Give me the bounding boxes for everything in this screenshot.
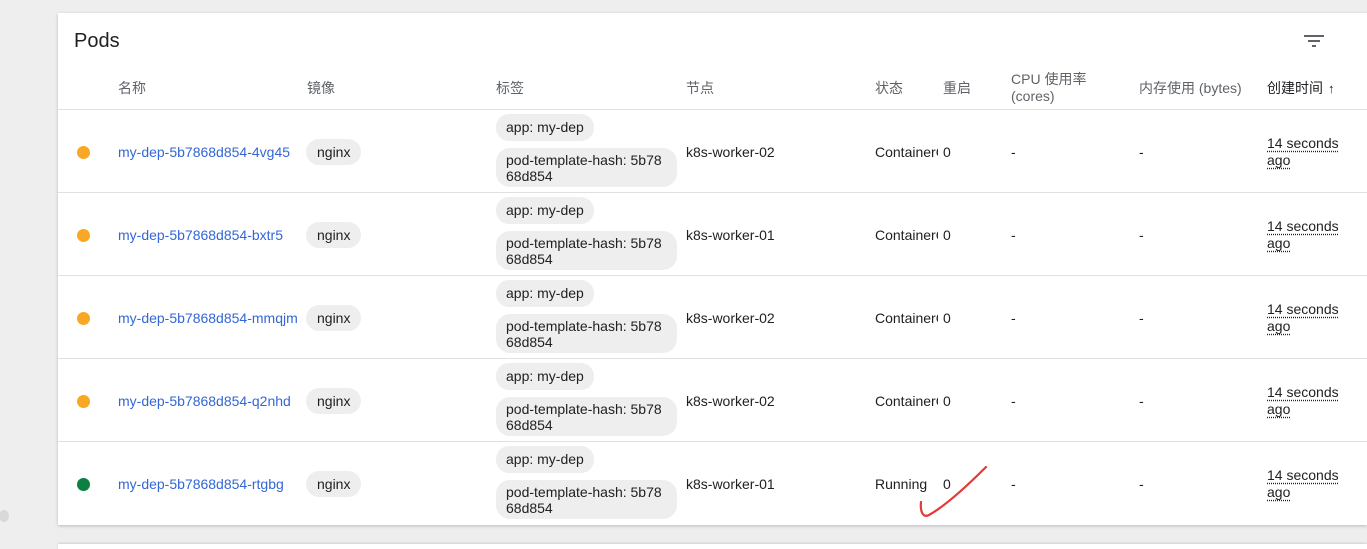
column-header-labels: 标签 [496, 79, 524, 96]
pod-status: ContainerCreating [875, 144, 938, 160]
column-header-status: 状态 [875, 79, 903, 96]
column-header-image: 镜像 [307, 79, 335, 96]
image-chip: nginx [306, 222, 362, 248]
restart-count: 0 [943, 227, 951, 243]
side-scroll-indicator [0, 510, 9, 522]
pending-status-icon [77, 395, 90, 408]
memory-usage: - [1139, 310, 1144, 326]
table-row: my-dep-5b7868d854-rtgbg nginx app: my-de… [58, 442, 1367, 525]
column-header-cpu: CPU 使用率 (cores) [1011, 67, 1086, 109]
cpu-usage: - [1011, 393, 1016, 409]
node-name: k8s-worker-01 [686, 227, 775, 243]
label-chip-app: app: my-dep [496, 363, 594, 390]
pod-name-link[interactable]: my-dep-5b7868d854-q2nhd [118, 393, 291, 410]
table-row: my-dep-5b7868d854-mmqjm nginx app: my-de… [58, 276, 1367, 359]
pod-status: ContainerCreating [875, 393, 938, 409]
column-header-cpu-line1: CPU 使用率 [1011, 71, 1087, 87]
node-name: k8s-worker-02 [686, 144, 775, 160]
created-time: 14 seconds ago [1267, 467, 1339, 500]
filter-list-icon[interactable] [1302, 31, 1326, 51]
label-chip-pod-template-hash: pod-template-hash: 5b7868d854 [496, 480, 677, 519]
created-time: 14 seconds ago [1267, 384, 1339, 417]
restart-count: 0 [943, 476, 951, 492]
pods-card: Pods 名称 镜像 标签 节点 状态 重启 CPU 使用率 (cores) 内… [58, 13, 1367, 525]
pod-name-link[interactable]: my-dep-5b7868d854-4vg45 [118, 144, 290, 161]
label-chip-pod-template-hash: pod-template-hash: 5b7868d854 [496, 231, 677, 270]
label-chip-app: app: my-dep [496, 197, 594, 224]
pod-status: ContainerCreating [875, 227, 938, 243]
cpu-usage: - [1011, 227, 1016, 243]
cpu-usage: - [1011, 476, 1016, 492]
image-chip: nginx [306, 139, 362, 165]
memory-usage: - [1139, 144, 1144, 160]
restart-count: 0 [943, 393, 951, 409]
arrow-upward-icon: ↑ [1328, 80, 1335, 96]
node-name: k8s-worker-02 [686, 310, 775, 326]
column-header-node: 节点 [686, 79, 714, 96]
pod-status: ContainerCreating [875, 310, 938, 326]
pod-name-link[interactable]: my-dep-5b7868d854-mmqjm [118, 310, 298, 327]
column-header-created[interactable]: 创建时间 ↑ [1267, 67, 1335, 109]
table-row: my-dep-5b7868d854-bxtr5 nginx app: my-de… [58, 193, 1367, 276]
restart-count: 0 [943, 310, 951, 326]
label-chip-app: app: my-dep [496, 280, 594, 307]
cpu-usage: - [1011, 144, 1016, 160]
image-chip: nginx [306, 471, 362, 497]
restart-count: 0 [943, 144, 951, 160]
created-time: 14 seconds ago [1267, 135, 1339, 168]
column-header-name[interactable]: 名称 [118, 67, 146, 109]
table-row: my-dep-5b7868d854-q2nhd nginx app: my-de… [58, 359, 1367, 442]
running-status-icon [77, 478, 90, 491]
image-chip: nginx [306, 305, 362, 331]
pending-status-icon [77, 229, 90, 242]
memory-usage: - [1139, 227, 1144, 243]
node-name: k8s-worker-02 [686, 393, 775, 409]
cpu-usage: - [1011, 310, 1016, 326]
pod-name-link[interactable]: my-dep-5b7868d854-bxtr5 [118, 227, 283, 244]
column-header-created-label: 创建时间 [1267, 79, 1323, 96]
column-header-restarts: 重启 [943, 79, 971, 96]
created-time: 14 seconds ago [1267, 301, 1339, 334]
pod-name-link[interactable]: my-dep-5b7868d854-rtgbg [118, 476, 284, 493]
pending-status-icon [77, 146, 90, 159]
node-name: k8s-worker-01 [686, 476, 775, 492]
column-header-cpu-line2: (cores) [1011, 88, 1055, 104]
memory-usage: - [1139, 393, 1144, 409]
pod-status: Running [875, 476, 928, 492]
label-chip-pod-template-hash: pod-template-hash: 5b7868d854 [496, 397, 677, 436]
next-card-edge [58, 544, 1367, 549]
label-chip-pod-template-hash: pod-template-hash: 5b7868d854 [496, 148, 677, 187]
card-title: Pods [74, 30, 120, 52]
column-header-memory: 内存使用 (bytes) [1139, 79, 1242, 96]
label-chip-app: app: my-dep [496, 446, 594, 473]
table-row: my-dep-5b7868d854-4vg45 nginx app: my-de… [58, 110, 1367, 193]
created-time: 14 seconds ago [1267, 218, 1339, 251]
pending-status-icon [77, 312, 90, 325]
label-chip-pod-template-hash: pod-template-hash: 5b7868d854 [496, 314, 677, 353]
image-chip: nginx [306, 388, 362, 414]
label-chip-app: app: my-dep [496, 114, 594, 141]
memory-usage: - [1139, 476, 1144, 492]
